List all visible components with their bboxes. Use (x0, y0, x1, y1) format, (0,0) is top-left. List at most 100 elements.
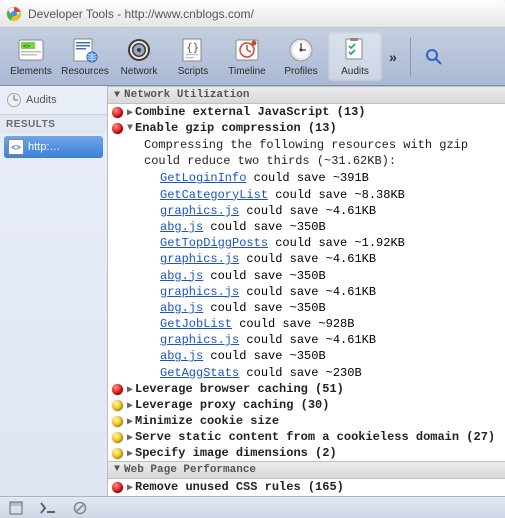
audit-combine-js[interactable]: ▶ Combine external JavaScript (13) (108, 104, 505, 120)
resource-savings-text: could save ~350B (203, 301, 325, 315)
scripts-icon: {} (166, 36, 220, 64)
tab-elements[interactable]: <> Elements (4, 32, 58, 81)
severity-dot-yellow (112, 416, 123, 427)
audit-proxy-cache[interactable]: ▶ Leverage proxy caching (30) (108, 397, 505, 413)
audit-img-dimensions[interactable]: ▶ Specify image dimensions (2) (108, 445, 505, 461)
chevron-right-icon: ▶ (127, 400, 133, 412)
console-icon[interactable] (38, 500, 58, 516)
resource-link[interactable]: GetCategoryList (160, 188, 268, 202)
audit-cookieless[interactable]: ▶ Serve static content from a cookieless… (108, 429, 505, 445)
resource-savings-text: could save ~928B (232, 317, 354, 331)
resource-savings-text: could save ~4.61KB (239, 333, 376, 347)
sidebar-item-result[interactable]: <> http:… (4, 136, 103, 158)
status-bar (0, 496, 505, 518)
timeline-icon (220, 36, 274, 64)
chevron-right-icon: ▶ (127, 107, 133, 119)
resource-link[interactable]: graphics.js (160, 252, 239, 266)
chevron-down-icon: ▼ (114, 464, 120, 475)
svg-text:<>: <> (23, 43, 31, 50)
chevron-right-icon: ▶ (127, 448, 133, 460)
search-icon[interactable] (425, 48, 443, 66)
gzip-resource-row: graphics.js could save ~4.61KB (108, 203, 505, 219)
resource-link[interactable]: abg.js (160, 220, 203, 234)
devtools-toolbar: <> Elements Resources Network {} Scripts… (0, 28, 505, 86)
audit-cookie-size[interactable]: ▶ Minimize cookie size (108, 413, 505, 429)
tab-profiles[interactable]: Profiles (274, 32, 328, 81)
gzip-resource-row: abg.js could save ~350B (108, 268, 505, 284)
toolbar-divider (410, 37, 411, 77)
gzip-resource-row: GetLoginInfo could save ~391B (108, 170, 505, 186)
audits-sidebar: Audits RESULTS <> http:… (0, 86, 108, 496)
chevron-right-icon: ▶ (127, 432, 133, 444)
chevron-right-icon: ▶ (127, 384, 133, 396)
resource-link[interactable]: GetLoginInfo (160, 171, 246, 185)
resource-link[interactable]: graphics.js (160, 204, 239, 218)
tab-audits[interactable]: Audits (328, 32, 382, 81)
resource-link[interactable]: abg.js (160, 301, 203, 315)
gzip-resource-row: GetCategoryList could save ~8.38KB (108, 187, 505, 203)
audits-content: ▼ Network Utilization ▶ Combine external… (108, 86, 505, 496)
audit-sidebar-icon (6, 92, 22, 108)
gzip-detail-text: Compressing the following resources with… (108, 136, 505, 170)
main-area: Audits RESULTS <> http:… ▼ Network Utili… (0, 86, 505, 496)
audit-browser-cache[interactable]: ▶ Leverage browser caching (51) (108, 381, 505, 397)
elements-icon: <> (4, 36, 58, 64)
network-icon (112, 36, 166, 64)
window-titlebar: Developer Tools - http://www.cnblogs.com… (0, 0, 505, 28)
audit-gzip[interactable]: ▼ Enable gzip compression (13) (108, 120, 505, 136)
result-item-icon: <> (8, 139, 24, 155)
gzip-resource-row: abg.js could save ~350B (108, 300, 505, 316)
window-title: Developer Tools - http://www.cnblogs.com… (28, 7, 254, 21)
gzip-resource-list: GetLoginInfo could save ~391BGetCategory… (108, 170, 505, 380)
chevron-right-icon: ▶ (127, 416, 133, 428)
resource-link[interactable]: GetJobList (160, 317, 232, 331)
resource-savings-text: could save ~230B (239, 366, 361, 380)
resource-link[interactable]: graphics.js (160, 285, 239, 299)
chevron-down-icon: ▼ (127, 123, 133, 134)
sidebar-header[interactable]: Audits (0, 86, 107, 115)
resource-savings-text: could save ~350B (203, 349, 325, 363)
resource-savings-text: could save ~350B (203, 269, 325, 283)
expand-icon[interactable] (6, 500, 26, 516)
clear-icon[interactable] (70, 500, 90, 516)
resource-link[interactable]: abg.js (160, 349, 203, 363)
chevron-right-icon: ▶ (127, 482, 133, 494)
severity-dot-red (112, 123, 123, 134)
gzip-resource-row: graphics.js could save ~4.61KB (108, 251, 505, 267)
audit-unused-css[interactable]: ▶ Remove unused CSS rules (165) (108, 479, 505, 495)
section-web-page-performance[interactable]: ▼ Web Page Performance (108, 461, 505, 479)
gzip-resource-row: GetTopDiggPosts could save ~1.92KB (108, 235, 505, 251)
resource-link[interactable]: GetAggStats (160, 366, 239, 380)
resource-savings-text: could save ~1.92KB (268, 236, 405, 250)
resource-link[interactable]: abg.js (160, 269, 203, 283)
gzip-resource-row: abg.js could save ~350B (108, 219, 505, 235)
gzip-resource-row: GetJobList could save ~928B (108, 316, 505, 332)
resource-savings-text: could save ~350B (203, 220, 325, 234)
resource-savings-text: could save ~4.61KB (239, 252, 376, 266)
resource-savings-text: could save ~4.61KB (239, 204, 376, 218)
tab-resources[interactable]: Resources (58, 32, 112, 81)
severity-dot-red (112, 482, 123, 493)
gzip-resource-row: GetAggStats could save ~230B (108, 365, 505, 381)
tab-timeline[interactable]: Timeline (220, 32, 274, 81)
resource-link[interactable]: graphics.js (160, 333, 239, 347)
resource-savings-text: could save ~8.38KB (268, 188, 405, 202)
sidebar-section-results: RESULTS (0, 115, 107, 134)
resources-icon (58, 36, 112, 64)
resource-savings-text: could save ~391B (246, 171, 368, 185)
toolbar-overflow-button[interactable]: » (382, 49, 404, 65)
chevron-down-icon: ▼ (114, 90, 120, 101)
chrome-icon (6, 6, 22, 22)
resource-savings-text: could save ~4.61KB (239, 285, 376, 299)
tab-scripts[interactable]: {} Scripts (166, 32, 220, 81)
gzip-resource-row: graphics.js could save ~4.61KB (108, 284, 505, 300)
gzip-resource-row: graphics.js could save ~4.61KB (108, 332, 505, 348)
svg-text:{}: {} (186, 41, 199, 54)
gzip-resource-row: abg.js could save ~350B (108, 348, 505, 364)
tab-network[interactable]: Network (112, 32, 166, 81)
profiles-icon (274, 36, 328, 64)
audits-icon (328, 36, 382, 64)
section-network-utilization[interactable]: ▼ Network Utilization (108, 86, 505, 104)
resource-link[interactable]: GetTopDiggPosts (160, 236, 268, 250)
severity-dot-yellow (112, 400, 123, 411)
